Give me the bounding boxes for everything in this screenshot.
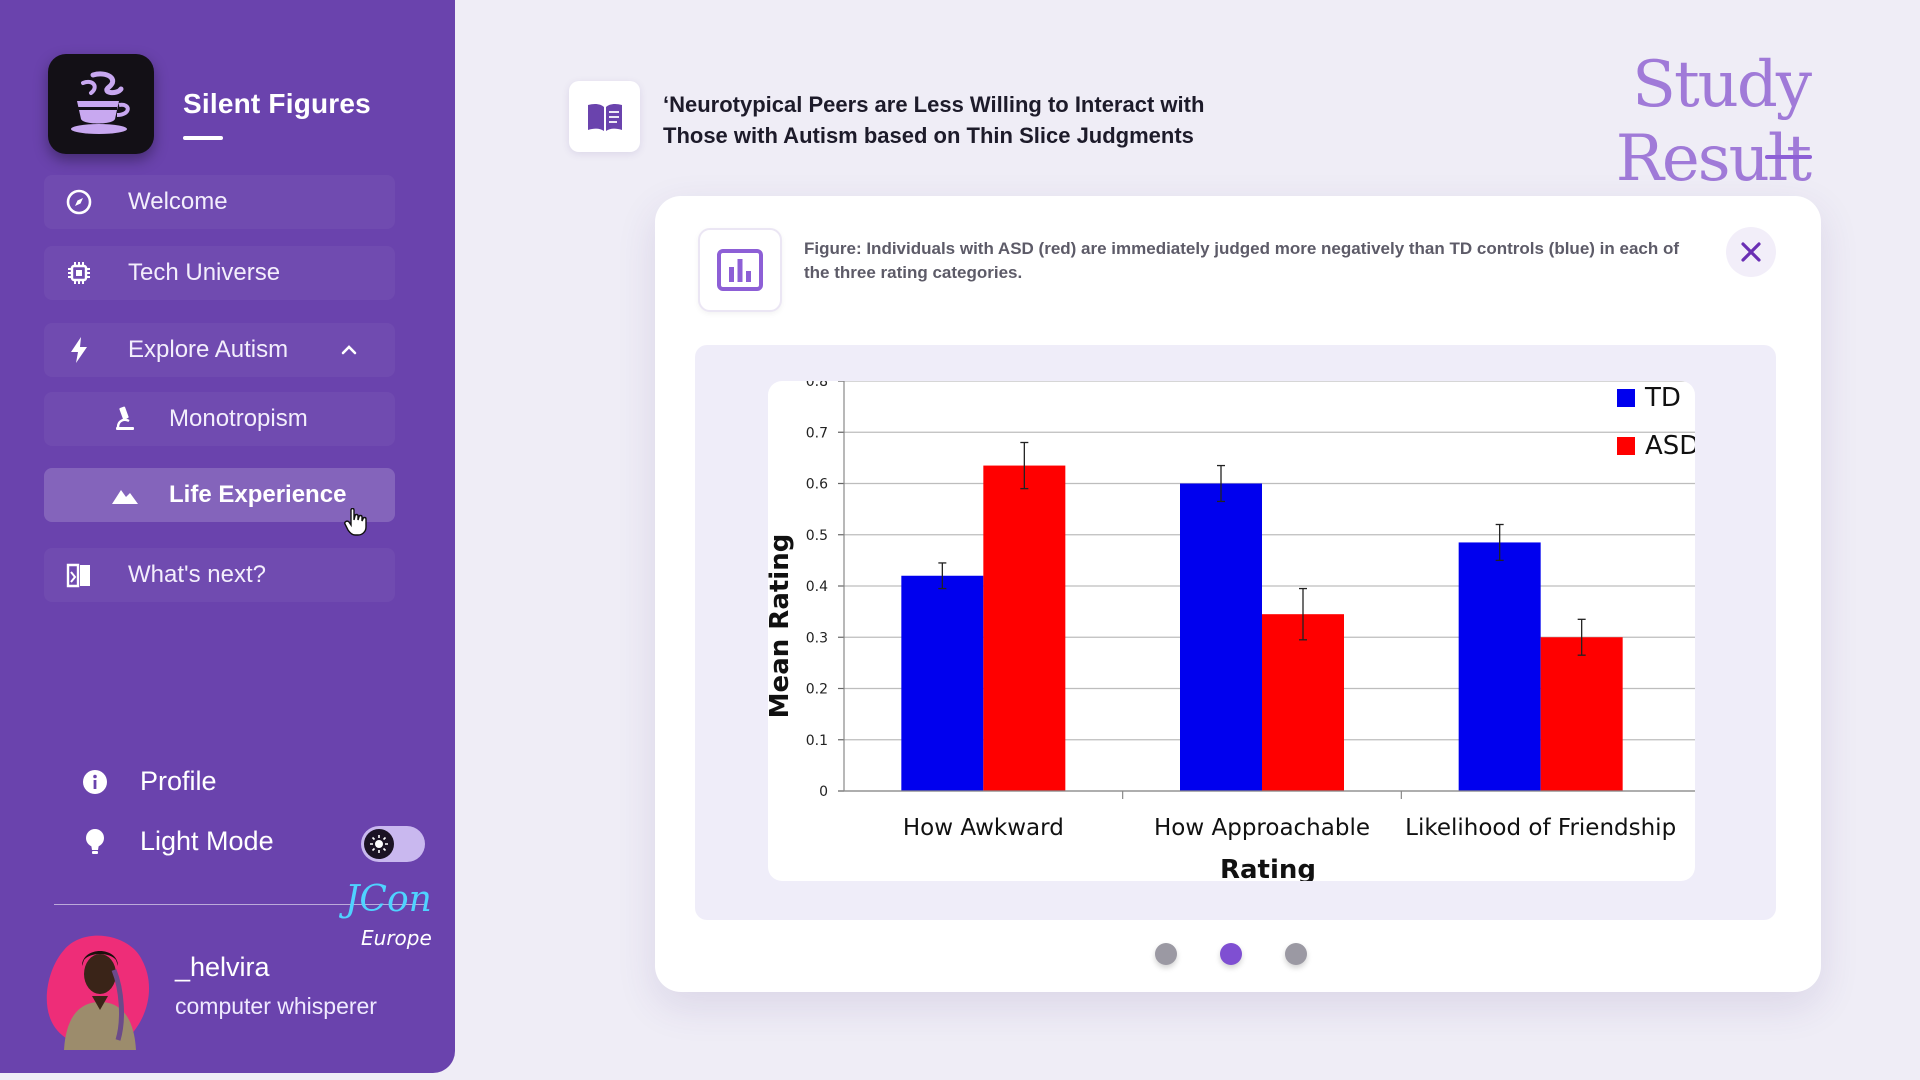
y-tick-label: 0.5 bbox=[806, 528, 828, 544]
sidebar: Silent Figures Welcome Tech Universe Exp… bbox=[0, 0, 455, 1073]
slide-dots bbox=[1155, 943, 1350, 965]
bar-asd bbox=[983, 465, 1066, 791]
y-tick-label: 0.7 bbox=[806, 425, 828, 441]
brand-underline bbox=[183, 136, 223, 140]
teacup-icon bbox=[48, 54, 154, 154]
bar-chart: 0 0.1 0.2 0.3 0.4 0.5 0.6 0.7 0.8 How Awkward How … bbox=[768, 381, 1695, 881]
y-axis-label: Mean Rating bbox=[768, 534, 795, 719]
nav-item-tech-universe[interactable]: Tech Universe bbox=[44, 246, 395, 300]
nav-item-whats-next[interactable]: What's next? bbox=[44, 548, 395, 602]
jcon-europe-logo: JCon Europe bbox=[345, 879, 432, 951]
profile-label: Profile bbox=[140, 766, 217, 796]
close-icon bbox=[1741, 242, 1761, 262]
nav-item-explore-autism[interactable]: Explore Autism bbox=[44, 323, 395, 377]
close-button[interactable] bbox=[1726, 227, 1776, 277]
nav-item-label: Welcome bbox=[128, 188, 228, 215]
slide-dot-1[interactable] bbox=[1155, 943, 1177, 965]
legend-swatch bbox=[1617, 437, 1635, 455]
user-name: _helvira bbox=[175, 952, 270, 982]
light-mode-toggle[interactable] bbox=[361, 826, 425, 862]
study-title: ‘Neurotypical Peers are Less Willing to … bbox=[663, 92, 1205, 148]
book-icon bbox=[569, 81, 640, 152]
bar-td bbox=[1458, 542, 1541, 791]
brand-name: Silent Figures bbox=[183, 88, 371, 119]
lightbulb-icon bbox=[80, 827, 110, 857]
nav-item-label: Monotropism bbox=[169, 405, 308, 432]
legend-swatch bbox=[1617, 389, 1635, 407]
y-tick-label: 0.6 bbox=[806, 477, 828, 493]
legend-label: TD bbox=[1644, 383, 1681, 413]
x-axis-label: Rating bbox=[1220, 855, 1316, 881]
nav-item-monotropism[interactable]: Monotropism bbox=[44, 392, 395, 446]
page-title: Study Result bbox=[1615, 48, 1812, 196]
figure-card: Figure: Individuals with ASD (red) are i… bbox=[655, 196, 1821, 992]
bar-td bbox=[1180, 483, 1262, 791]
nav-item-label: What's next? bbox=[128, 561, 266, 588]
user-role: computer whisperer bbox=[175, 993, 377, 1019]
chart-area: 0 0.1 0.2 0.3 0.4 0.5 0.6 0.7 0.8 How Awkward How … bbox=[695, 345, 1776, 920]
nav-item-welcome[interactable]: Welcome bbox=[44, 175, 395, 229]
compass-icon bbox=[64, 187, 94, 217]
slide-dot-3[interactable] bbox=[1285, 943, 1307, 965]
light-mode-label: Light Mode bbox=[140, 826, 274, 856]
x-tick-label: Likelihood of Friendship bbox=[1405, 815, 1676, 841]
nav-item-label: Tech Universe bbox=[128, 259, 281, 286]
mountain-icon bbox=[110, 480, 140, 510]
page-title-underline bbox=[1765, 155, 1812, 159]
y-tick-label: 0 bbox=[819, 784, 828, 800]
profile-link[interactable]: Profile bbox=[80, 766, 217, 797]
nav-item-label: Explore Autism bbox=[128, 336, 289, 363]
bar-chart-icon bbox=[698, 228, 782, 312]
legend-label: ASD bbox=[1645, 431, 1695, 461]
light-mode-row: Light Mode bbox=[80, 826, 274, 857]
y-tick-label: 0.8 bbox=[806, 381, 828, 390]
slide-dot-2[interactable] bbox=[1220, 943, 1242, 965]
avatar[interactable] bbox=[44, 930, 156, 1050]
chevron-up-icon[interactable] bbox=[339, 339, 359, 367]
figure-caption: Figure: Individuals with ASD (red) are i… bbox=[804, 239, 1680, 282]
y-tick-label: 0.2 bbox=[806, 682, 828, 698]
y-tick-label: 0.3 bbox=[806, 630, 828, 646]
nav-item-life-experience[interactable]: Life Experience bbox=[44, 468, 395, 536]
bar-asd bbox=[1540, 637, 1623, 791]
microscope-icon bbox=[110, 404, 140, 434]
book-flip-icon bbox=[64, 560, 94, 590]
sun-icon bbox=[364, 829, 394, 859]
y-tick-label: 0.1 bbox=[806, 733, 828, 749]
hand-cursor-icon bbox=[344, 507, 368, 543]
chip-icon bbox=[64, 258, 94, 288]
nav-item-label: Life Experience bbox=[169, 481, 347, 508]
bar-asd bbox=[1262, 614, 1344, 791]
lightning-icon bbox=[64, 335, 94, 365]
chart-panel: 0 0.1 0.2 0.3 0.4 0.5 0.6 0.7 0.8 How Awkward How … bbox=[768, 381, 1695, 881]
x-tick-label: How Awkward bbox=[903, 815, 1064, 841]
bar-td bbox=[901, 575, 984, 791]
x-tick-label: How Approachable bbox=[1154, 815, 1370, 841]
y-tick-label: 0.4 bbox=[806, 579, 828, 595]
info-icon bbox=[80, 767, 110, 797]
